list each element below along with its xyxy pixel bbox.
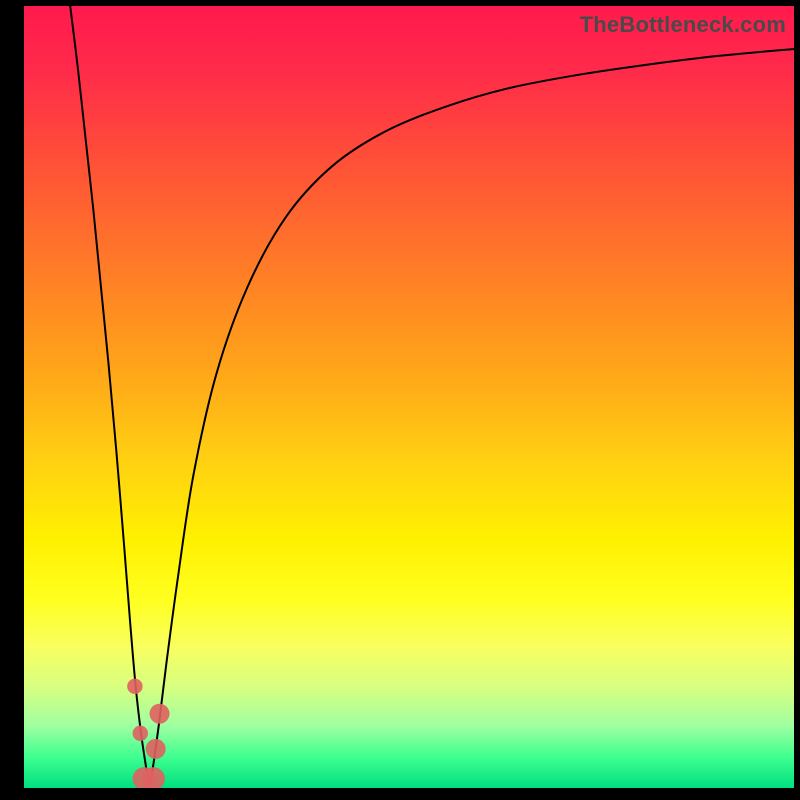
- marker-left-lower: [133, 726, 148, 741]
- marker-left-upper: [127, 679, 142, 694]
- curve-left-branch: [70, 6, 149, 788]
- marker-right-upper: [150, 704, 170, 724]
- curve-group: [70, 6, 794, 788]
- marker-right-lower: [146, 739, 166, 759]
- curve-right-branch: [150, 49, 794, 788]
- chart-svg: [24, 6, 794, 788]
- chart-container: TheBottleneck.com: [0, 0, 800, 800]
- plot-area: TheBottleneck.com: [24, 6, 794, 788]
